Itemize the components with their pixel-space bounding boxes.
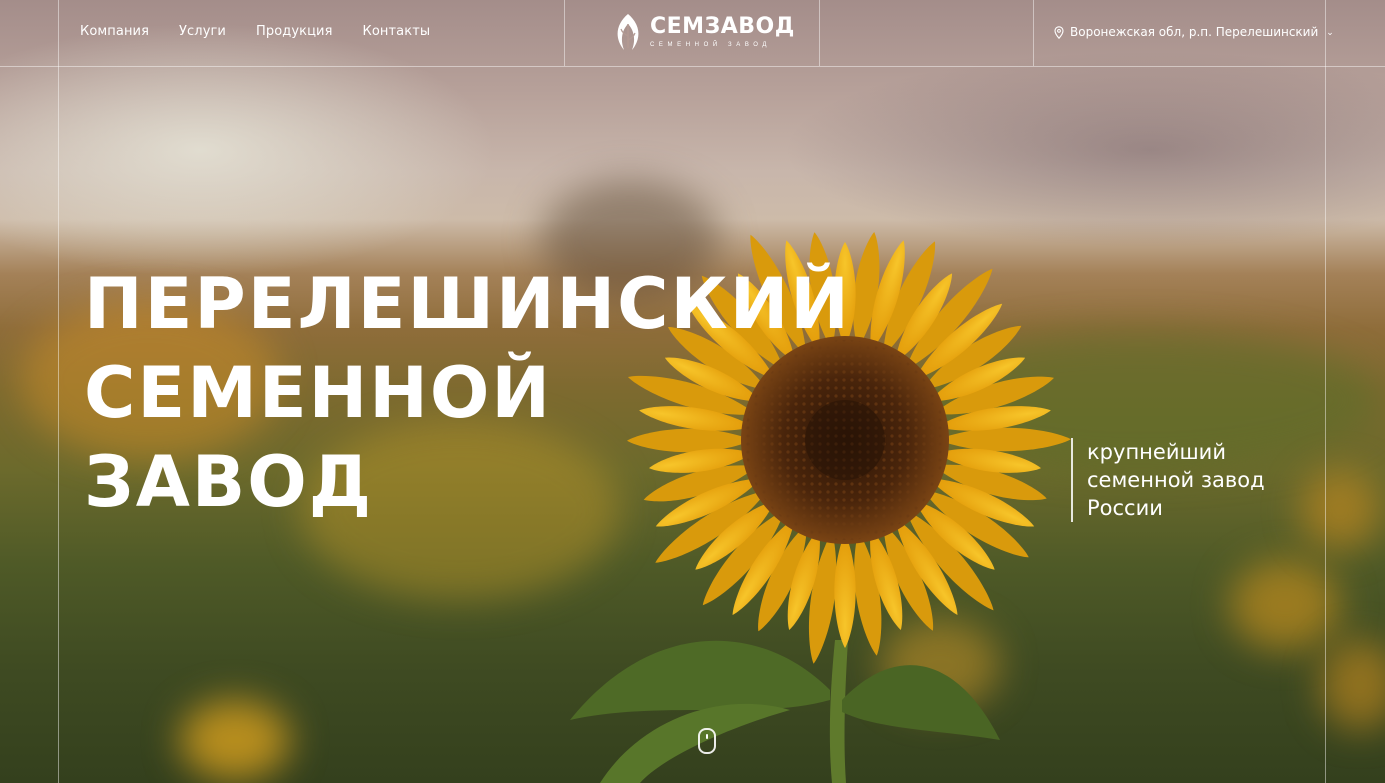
hero-title-line: ЗАВОД <box>84 441 374 523</box>
nav-link-services[interactable]: Услуги <box>179 24 226 40</box>
leaf-logo-icon <box>617 14 639 50</box>
nav-link-products[interactable]: Продукция <box>256 24 333 40</box>
map-pin-icon <box>1054 25 1064 39</box>
tagline-line: семенной завод <box>1087 468 1265 492</box>
grid-line <box>564 0 565 66</box>
grid-line <box>1325 0 1326 783</box>
hero-title-line: СЕМЕННОЙ <box>84 352 552 434</box>
chevron-down-icon: ⌄ <box>1326 26 1334 37</box>
tagline-line: России <box>1087 496 1163 520</box>
site-logo[interactable]: СЕМЗАВОД СЕМЕННОЙ ЗАВОД <box>612 12 795 52</box>
nav-link-contacts[interactable]: Контакты <box>363 24 431 40</box>
location-label: Воронежская обл, р.п. Перелешинский <box>1070 25 1319 39</box>
main-nav: Компания Услуги Продукция Контакты <box>80 24 430 40</box>
logo-subtitle: СЕМЕННОЙ ЗАВОД <box>650 42 772 48</box>
hero-section: Компания Услуги Продукция Контакты СЕМЗА… <box>0 0 1385 783</box>
header-divider <box>0 66 1385 67</box>
sunflower-petal <box>834 532 856 648</box>
grid-line <box>58 0 59 783</box>
grid-line <box>819 0 820 66</box>
logo-name: СЕМЗАВОД <box>650 14 795 39</box>
sunflower-petal <box>936 427 1071 452</box>
hero-title-line: ПЕРЕЛЕШИНСКИЙ <box>84 263 851 345</box>
hero-tagline: крупнейший семенной завод России <box>1071 438 1307 522</box>
nav-link-company[interactable]: Компания <box>80 24 149 40</box>
location-selector[interactable]: Воронежская обл, р.п. Перелешинский ⌄ <box>1054 24 1334 40</box>
hero-title: ПЕРЕЛЕШИНСКИЙ СЕМЕННОЙ ЗАВОД <box>84 260 851 527</box>
mouse-scroll-icon[interactable] <box>698 728 716 754</box>
grid-line <box>1033 0 1034 66</box>
tagline-line: крупнейший <box>1087 440 1226 464</box>
